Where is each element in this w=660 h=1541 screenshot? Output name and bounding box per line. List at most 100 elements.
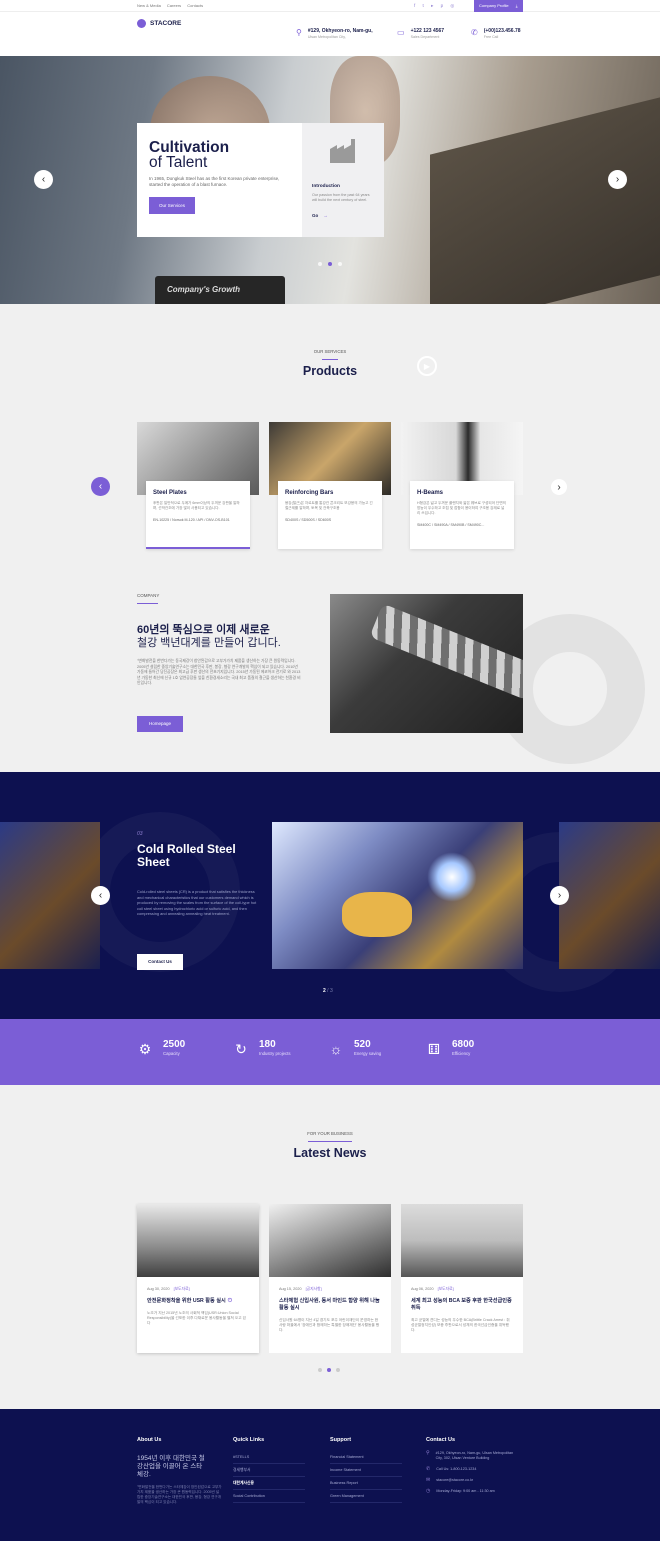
news-dot[interactable]	[318, 1368, 322, 1372]
quick-link[interactable]: 대한계사신용	[233, 1477, 305, 1490]
quick-link[interactable]: Social Contribution	[233, 1490, 305, 1503]
contact-us-button[interactable]: Contact Us	[137, 954, 183, 970]
feature-pagination: 2 / 3	[323, 988, 333, 994]
address-title: #129, Okhyeon-ro, Nam-gu,	[307, 28, 373, 34]
play-icon[interactable]: ▶	[417, 356, 437, 376]
quick-links-list: #STELLS 경세행부서 대한계사신용 Social Contribution	[233, 1451, 305, 1503]
news-title-text: 안전문화정착을 위한 USR 활동 실시	[147, 1298, 226, 1304]
mail-icon: ✉	[426, 1477, 431, 1483]
product-body: H-Beams H형강은 넓고 두꺼운 플랜지와 얇은 웨브로 구성되어 단면의…	[410, 481, 514, 549]
top-link-careers[interactable]: Careers	[167, 3, 181, 8]
site-footer: About Us 1954년 이후 대한민국 철강산업을 이끌어 온 스타체강.…	[0, 1409, 660, 1541]
product-name: H-Beams	[417, 490, 444, 496]
refresh-icon: ↻	[235, 1041, 247, 1057]
product-spec: SM400C / SM490A / SM490B / SM490C...	[417, 523, 485, 527]
company-video[interactable]	[330, 594, 523, 733]
news-title: Latest News	[293, 1146, 367, 1160]
contact-text: stacore@stacore.co.kr	[436, 1478, 474, 1482]
header-address: ⚲ #129, Okhyeon-ro, Nam-gu, Ulsan Metrop…	[296, 28, 373, 39]
product-desc: H형강은 넓고 두꺼운 플랜지와 얇은 웨브로 구성되어 단면의 방능이 우수하…	[417, 501, 506, 515]
product-name: Steel Plates	[153, 490, 187, 496]
title-underline	[322, 359, 338, 360]
hero-next-button[interactable]: ›	[608, 170, 627, 189]
news-card[interactable]: Aug 30, 2020 [보도자료] 안전문화정착을 위한 USR 활동 실시 …	[137, 1204, 259, 1353]
clock-icon: ◷	[426, 1488, 431, 1494]
phone-title: +122 123 4567	[410, 28, 445, 34]
news-desc: 최고 균열에 견디는 성능의 우수한 BCA(Brittle Crack Arr…	[411, 1318, 510, 1332]
fax-title: (+00)123.456.78	[483, 28, 521, 34]
hero-dot[interactable]	[338, 262, 342, 266]
quick-link[interactable]: #STELLS	[233, 1451, 305, 1464]
logo-text: STACORE	[150, 20, 182, 27]
support-link[interactable]: Income Statement	[330, 1464, 402, 1477]
support-link[interactable]: Financial Statement	[330, 1451, 402, 1464]
pinterest-icon[interactable]: p	[441, 3, 444, 8]
top-link-contacts[interactable]: Contacts	[187, 3, 203, 8]
company-heading-light: 철강 백년대계를 만들어 갑니다.	[137, 637, 281, 649]
feature-next-button[interactable]: ›	[550, 886, 569, 905]
stat-item: ⚅ 6800 Efficiency	[426, 1039, 474, 1057]
news-card[interactable]: Aug 15, 2020 [공지사항] 스타체험 신입사원, 동서 마인드 함양 …	[269, 1204, 391, 1353]
glove-shape	[342, 892, 412, 937]
footer-quick-links: Quick Links #STELLS 경세행부서 대한계사신용 Social …	[233, 1437, 305, 1503]
company-description: "변화발전을 한번다가는 동국제강이 창안된감으로 고부가가치 제품을 생산하는…	[137, 659, 301, 685]
phone-icon: ✆	[471, 28, 478, 37]
go-link[interactable]: Go →	[312, 213, 374, 218]
chevron-left-icon: ‹	[98, 890, 103, 901]
next-slide-image	[559, 822, 660, 969]
contact-phone[interactable]: ✆ Call Us: 1-800-123-1234	[426, 1467, 521, 1472]
product-desc: 봉강(철근)은 자르트를 통강건 콘크리트 보강용의 가능고 긴 철근제를 말하…	[285, 501, 373, 510]
products-prev-button[interactable]: ‹	[91, 477, 110, 496]
news-image	[137, 1204, 259, 1277]
contact-text: #129, Okhyeon-ro, Nam-gu, Ulsan Metropol…	[435, 1451, 514, 1460]
news-subtitle: FOR YOUR BUSINESS	[307, 1131, 353, 1136]
quick-link[interactable]: 경세행부서	[233, 1464, 305, 1477]
laptop-text: Company's Growth	[167, 285, 241, 294]
intro-desc: Our passion from the past 64 years will …	[312, 193, 370, 202]
instagram-icon[interactable]: ◎	[450, 3, 454, 8]
feature-prev-button[interactable]: ‹	[91, 886, 110, 905]
our-services-button[interactable]: Our Services	[149, 197, 196, 214]
youtube-icon[interactable]: ▸	[431, 3, 433, 8]
footer-support: Support Financial Statement Income State…	[330, 1437, 402, 1503]
footer-quick-title: Quick Links	[233, 1437, 265, 1443]
contact-address: ⚲ #129, Okhyeon-ro, Nam-gu, Ulsan Metropo…	[426, 1451, 521, 1461]
site-logo[interactable]: STACORE	[137, 19, 181, 28]
hero-prev-button[interactable]: ‹	[34, 170, 53, 189]
phone-icon: ✆	[426, 1466, 431, 1472]
homepage-button[interactable]: Homepage	[137, 716, 183, 732]
news-headline: 세계 최고 성능의 BCA 보증 후판 한국선급인증 취득	[411, 1298, 512, 1311]
top-link-news[interactable]: New & Media	[137, 3, 161, 8]
product-card[interactable]: Steel Plates 후판은 일반적으로 두께가 6mm이상의 두꺼운 강판…	[137, 422, 259, 550]
news-dot[interactable]	[336, 1368, 340, 1372]
products-title: Products	[302, 364, 358, 378]
stat-label: Capacity	[163, 1051, 180, 1056]
twitter-icon[interactable]: t	[423, 3, 424, 8]
support-link[interactable]: Green Management	[330, 1490, 402, 1503]
gear-icon: ⚙	[138, 1041, 152, 1057]
stat-value: 180	[259, 1039, 276, 1050]
header-phone: ▭ +122 123 4567 Sales Department	[397, 28, 444, 39]
news-dot-active[interactable]	[327, 1368, 331, 1372]
arrow-circle-icon: ⊙	[227, 1298, 233, 1304]
hero-dot-active[interactable]	[328, 262, 332, 266]
company-profile-button[interactable]: Company Profile ⤓	[474, 0, 523, 12]
news-headline: 안전문화정착을 위한 USR 활동 실시 ⊙	[147, 1298, 249, 1305]
product-card[interactable]: Reinforcing Bars 봉강(철근)은 자르트를 통강건 콘크리트 보…	[269, 422, 391, 550]
facebook-icon[interactable]: f	[414, 3, 415, 8]
support-link[interactable]: Business Report	[330, 1477, 402, 1490]
stat-value: 2500	[163, 1039, 186, 1050]
hero-dot[interactable]	[318, 262, 322, 266]
hero-arm	[430, 97, 660, 304]
product-card[interactable]: H-Beams H형강은 넓고 두꺼운 플랜지와 얇은 웨브로 구성되어 단면의…	[401, 422, 523, 550]
hero-description: In 1965, Dongkuk Steel has as the first …	[149, 176, 280, 187]
contact-email[interactable]: ✉ stacore@stacore.co.kr	[426, 1478, 521, 1483]
news-card[interactable]: Aug 06, 2020 [보도자료] 세계 최고 성능의 BCA 보증 후판 한…	[401, 1204, 523, 1353]
stat-value: 6800	[452, 1039, 475, 1050]
contact-text: Call Us: 1-800-123-1234	[436, 1467, 477, 1471]
stat-label: Industry projects	[259, 1051, 291, 1056]
footer-contact: Contact Us ⚲ #129, Okhyeon-ro, Nam-gu, Ul…	[426, 1437, 521, 1494]
news-desc: 노조가 지난 2015년 노조의 사회적 책임(USR:Union Social…	[147, 1311, 246, 1325]
hero-card: Cultivation of Talent In 1965, Dongkuk S…	[137, 123, 384, 237]
products-next-button[interactable]: ›	[551, 479, 567, 495]
